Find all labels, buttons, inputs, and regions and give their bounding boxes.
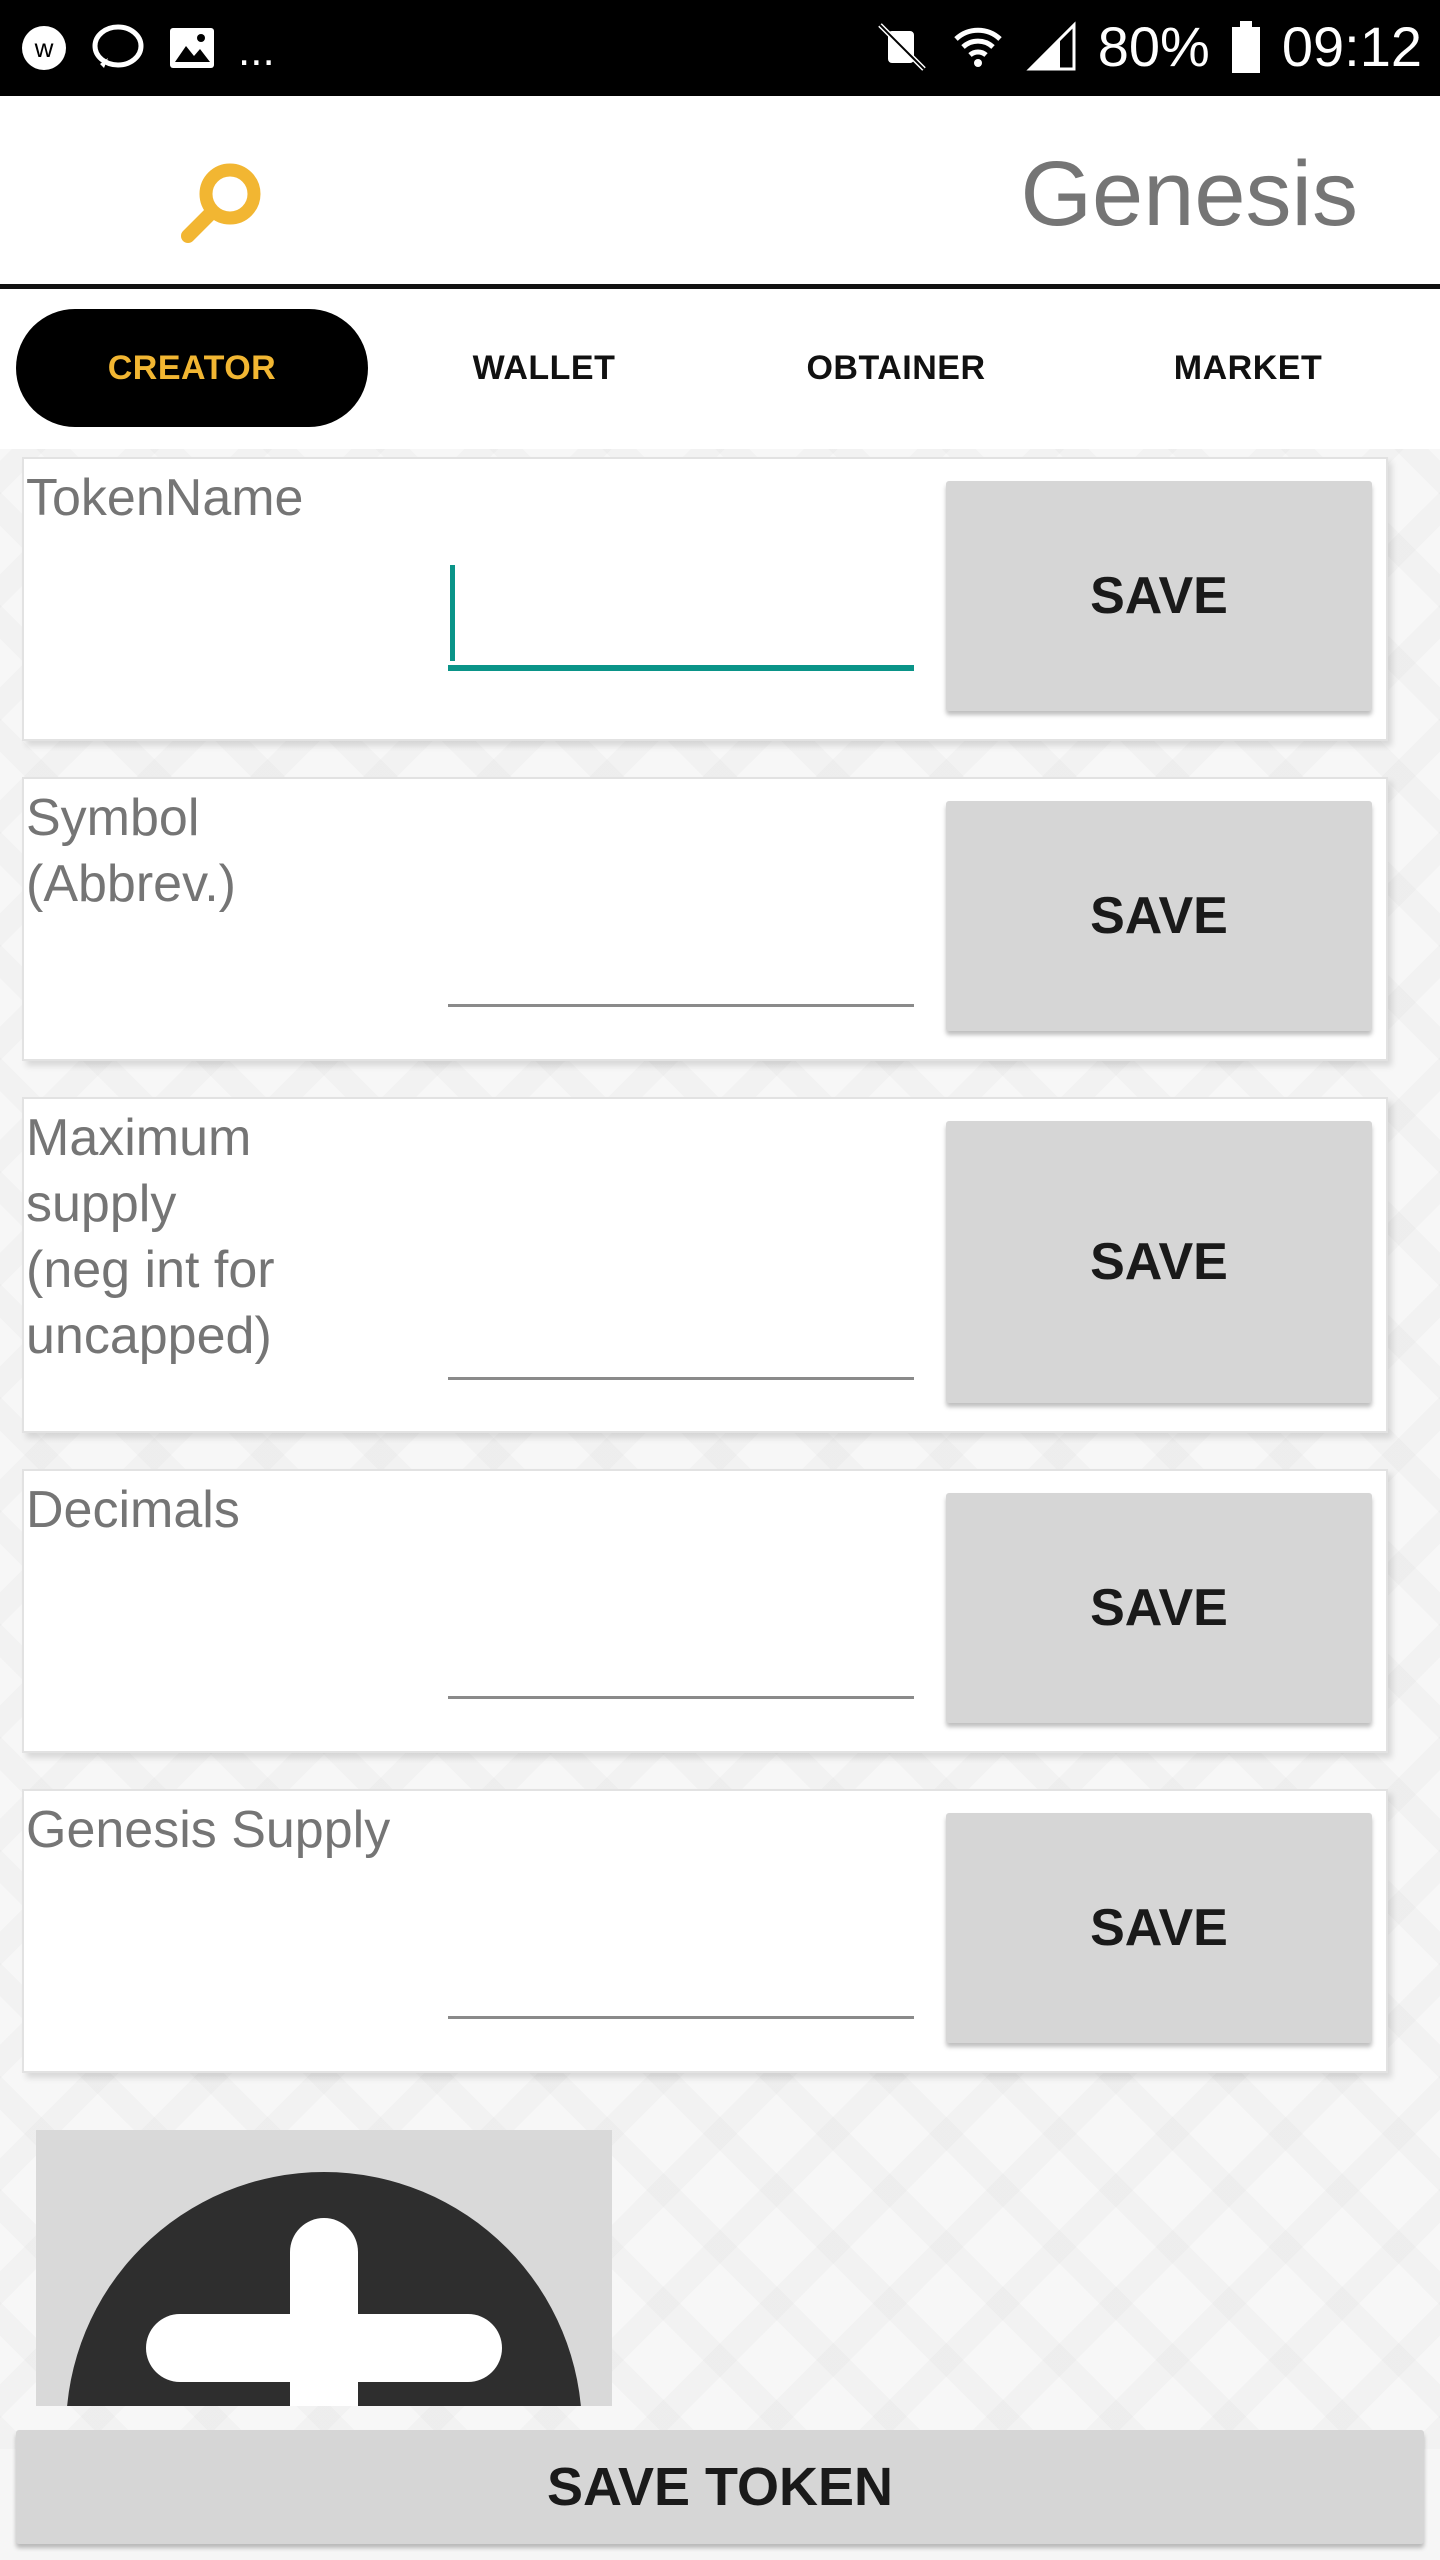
save-symbol-button[interactable]: SAVE [946,801,1372,1031]
symbol-label: Symbol (Abbrev.) [26,789,236,913]
app-title: Genesis [1020,143,1359,245]
token-image-picker[interactable] [36,2130,612,2406]
token-name-input[interactable] [448,565,914,671]
save-token-name-button[interactable]: SAVE [946,481,1372,711]
signal-icon [1026,20,1076,70]
mute-vibrate-icon [877,22,926,71]
max-supply-label: Maximum supply (neg int for uncapped) [26,1109,275,1365]
save-max-supply-button[interactable]: SAVE [946,1121,1372,1403]
token-name-label: TokenName [26,469,304,527]
text-cursor [450,565,455,661]
symbol-input[interactable] [448,924,914,1007]
tab-creator[interactable]: CREATOR [16,309,368,427]
status-bar: w ... 80% 09:12 [0,0,1440,96]
chat-bubble-icon [92,24,144,68]
genesis-supply-input[interactable] [448,1936,914,2019]
gallery-icon [170,28,214,68]
save-token-button[interactable]: SAVE TOKEN [16,2430,1424,2544]
search-button[interactable] [178,156,268,246]
token-name-card: TokenName SAVE [22,457,1388,741]
max-supply-input[interactable] [448,1297,914,1380]
app-header: Genesis [0,96,1440,289]
tab-market[interactable]: MARKET [1072,309,1424,427]
max-supply-card: Maximum supply (neg int for uncapped) SA… [22,1097,1388,1433]
wifi-icon [954,27,1002,67]
app-w-icon: w [22,26,66,70]
decimals-input[interactable] [448,1616,914,1699]
decimals-label: Decimals [26,1481,240,1539]
battery-percent: 80% [1097,15,1210,78]
genesis-supply-label: Genesis Supply [26,1801,391,1859]
svg-text:w: w [34,33,54,63]
tab-obtainer[interactable]: OBTAINER [720,309,1072,427]
save-decimals-button[interactable]: SAVE [946,1493,1372,1723]
decimals-card: Decimals SAVE [22,1469,1388,1753]
symbol-card: Symbol (Abbrev.) SAVE [22,777,1388,1061]
save-genesis-supply-button[interactable]: SAVE [946,1813,1372,2043]
genesis-supply-card: Genesis Supply SAVE [22,1789,1388,2073]
battery-icon [1231,20,1260,73]
search-icon [181,163,261,243]
clock: 09:12 [1281,15,1422,78]
add-image-icon [67,2172,581,2406]
tab-wallet[interactable]: WALLET [368,309,720,427]
more-notifications: ... [238,26,275,75]
tab-bar: CREATOR WALLET OBTAINER MARKET [0,289,1440,449]
